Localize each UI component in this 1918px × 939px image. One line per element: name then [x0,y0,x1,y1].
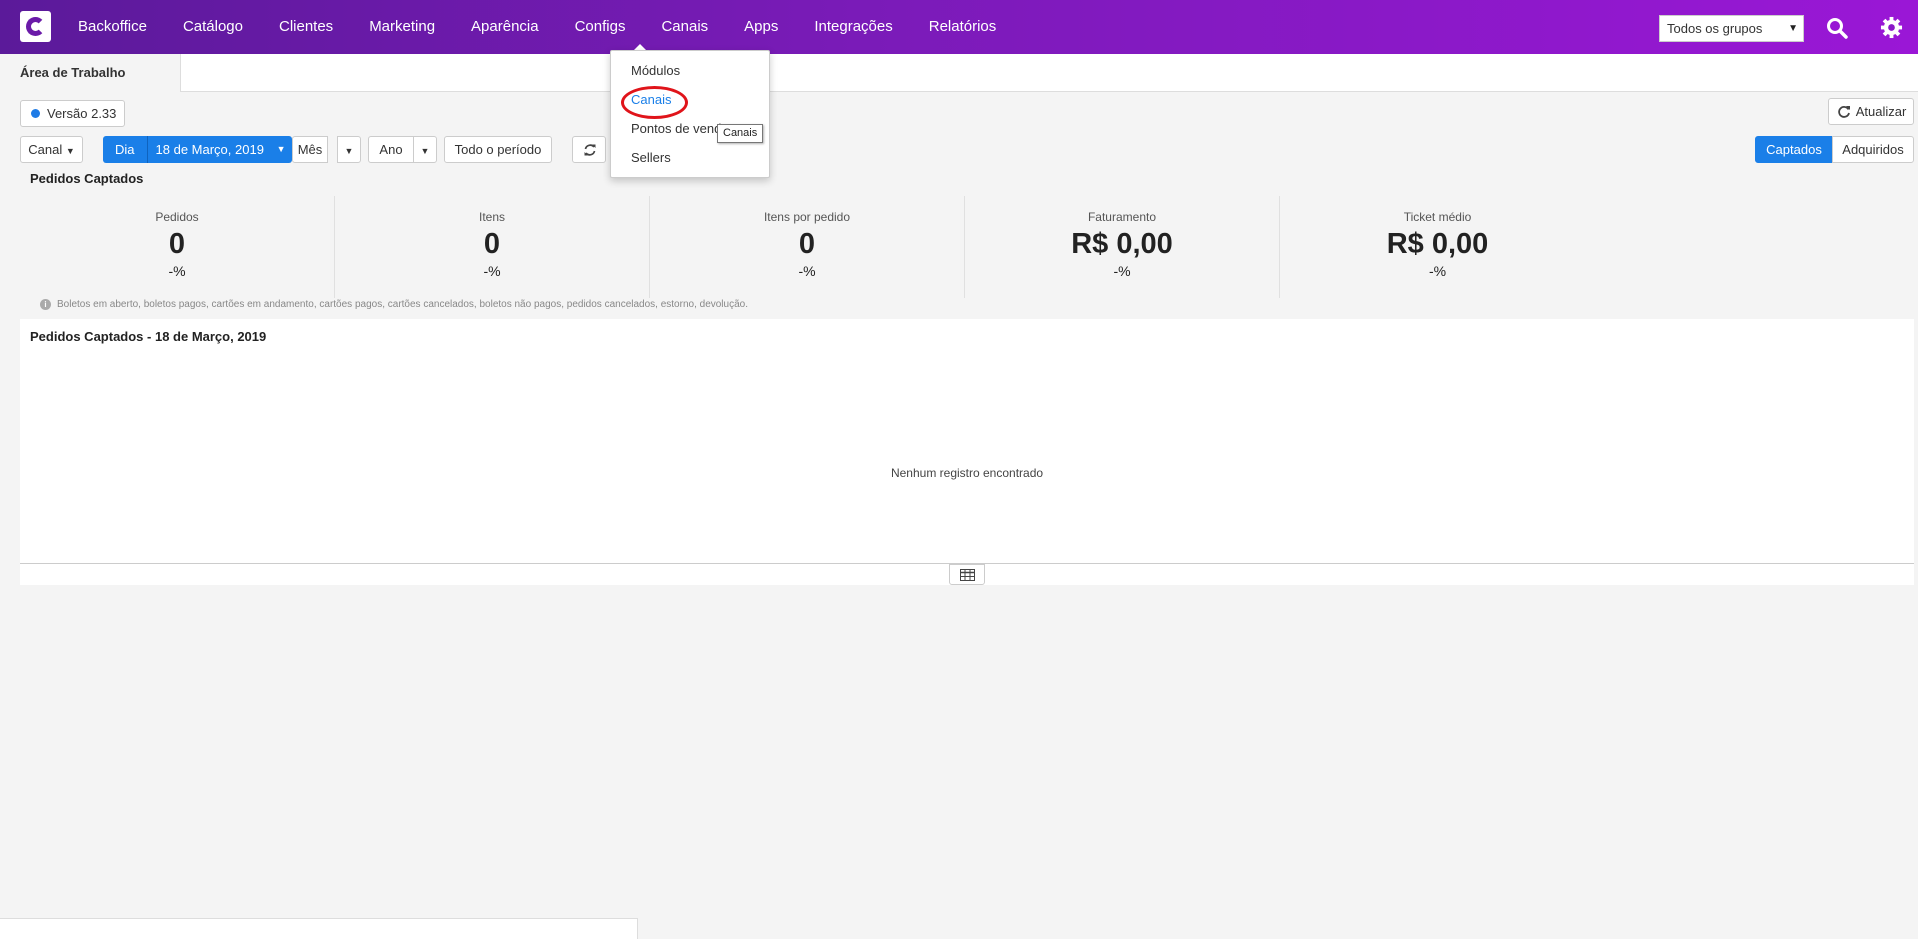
info-icon: i [40,299,51,310]
stats-row: Pedidos 0 -% Itens 0 -% Itens por pedido… [20,196,1595,298]
stat-pct: -% [168,263,186,279]
stat-itens-por-pedido: Itens por pedido 0 -% [650,196,965,298]
search-icon[interactable] [1826,17,1848,39]
empty-message: Nenhum registro encontrado [890,466,1044,480]
stat-faturamento: Faturamento R$ 0,00 -% [965,196,1280,298]
year-button[interactable]: Ano [368,136,414,163]
nav-item-configs[interactable]: Configs [557,0,644,54]
table-view-button[interactable] [949,564,985,585]
nav-item-integracoes[interactable]: Integrações [796,0,910,54]
table-icon [960,569,975,581]
stat-value: 0 [483,228,501,260]
stat-pct: -% [798,263,816,279]
stat-ticket-medio: Ticket médio R$ 0,00 -% [1280,196,1595,298]
stat-label: Faturamento [1087,210,1157,224]
nav-item-catalogo[interactable]: Catálogo [165,0,261,54]
adquiridos-toggle[interactable]: Adquiridos [1832,136,1914,163]
nav-item-apps[interactable]: Apps [726,0,796,54]
chevron-down-icon: ▼ [1788,23,1798,34]
bottom-panel [0,918,638,939]
tooltip: Canais [717,124,764,143]
nav-item-relatorios[interactable]: Relatórios [911,0,1015,54]
status-dot-icon [31,109,40,118]
caret-down-icon: ▼ [344,146,354,156]
captados-toggle[interactable]: Captados [1755,136,1833,163]
stat-value: R$ 0,00 [1071,228,1173,260]
stat-label: Pedidos [155,210,199,224]
group-select[interactable]: Todos os grupos ▼ [1659,15,1804,42]
version-badge: Versão 2.33 [20,100,125,127]
chart-panel: Pedidos Captados - 18 de Março, 2019 Nen… [20,319,1914,564]
reload-icon [584,144,596,156]
gear-icon[interactable] [1880,16,1903,39]
stat-pct: -% [483,263,501,279]
top-navbar: Backoffice Catálogo Clientes Marketing A… [0,0,1918,54]
reload-button[interactable] [572,136,606,163]
all-period-button[interactable]: Todo o período [444,136,552,163]
stat-pct: -% [1113,263,1131,279]
channel-label: Canal [28,142,63,157]
caret-down-icon: ▼ [65,146,75,156]
refresh-label: Atualizar [1855,104,1907,119]
menu-item-sellers[interactable]: Sellers [631,150,671,165]
refresh-icon [1838,106,1850,118]
stat-value: 0 [798,228,816,260]
caret-down-icon: ▼ [420,146,430,156]
status-note-text: Boletos em aberto, boletos pagos, cartõe… [57,299,748,310]
month-dropdown-toggle[interactable]: ▼ [337,136,361,163]
stat-itens: Itens 0 -% [335,196,650,298]
stat-label: Itens [478,210,505,224]
nav-item-canais[interactable]: Canais [643,0,726,54]
workspace-tabbar: Área de Trabalho [0,54,1918,92]
menu-item-pontos-de-venda[interactable]: Pontos de venda [631,121,731,136]
day-date-group: Dia 18 de Março, 2019 ▼ [103,136,292,163]
date-picker-button[interactable]: 18 de Março, 2019 ▼ [147,136,292,163]
nav-item-aparencia[interactable]: Aparência [453,0,557,54]
month-button[interactable]: Mês [292,136,328,163]
brand-logo[interactable] [20,11,51,42]
section-title: Pedidos Captados [30,171,144,186]
nav-item-marketing[interactable]: Marketing [351,0,453,54]
group-select-value: Todos os grupos [1667,21,1763,36]
channel-filter-button[interactable]: Canal ▼ [20,136,83,163]
nav-item-backoffice[interactable]: Backoffice [60,0,165,54]
main-nav: Backoffice Catálogo Clientes Marketing A… [60,0,1014,54]
caret-down-icon: ▼ [276,144,286,154]
stat-label: Itens por pedido [763,210,851,224]
chart-title: Pedidos Captados - 18 de Março, 2019 [30,329,267,344]
stat-label: Ticket médio [1403,210,1472,224]
stat-pedidos: Pedidos 0 -% [20,196,335,298]
date-label: 18 de Março, 2019 [155,142,264,157]
stat-pct: -% [1428,263,1447,279]
stat-value: R$ 0,00 [1386,228,1489,260]
version-label: Versão 2.33 [47,106,117,121]
status-note: i Boletos em aberto, boletos pagos, cart… [40,299,748,310]
tab-area-de-trabalho[interactable]: Área de Trabalho [0,54,181,92]
stat-value: 0 [168,228,186,260]
refresh-button[interactable]: Atualizar [1828,98,1914,125]
menu-item-modulos[interactable]: Módulos [631,63,680,78]
highlight-circle [621,86,688,119]
year-dropdown-toggle[interactable]: ▼ [413,136,437,163]
nav-item-clientes[interactable]: Clientes [261,0,351,54]
day-button[interactable]: Dia [103,136,148,163]
